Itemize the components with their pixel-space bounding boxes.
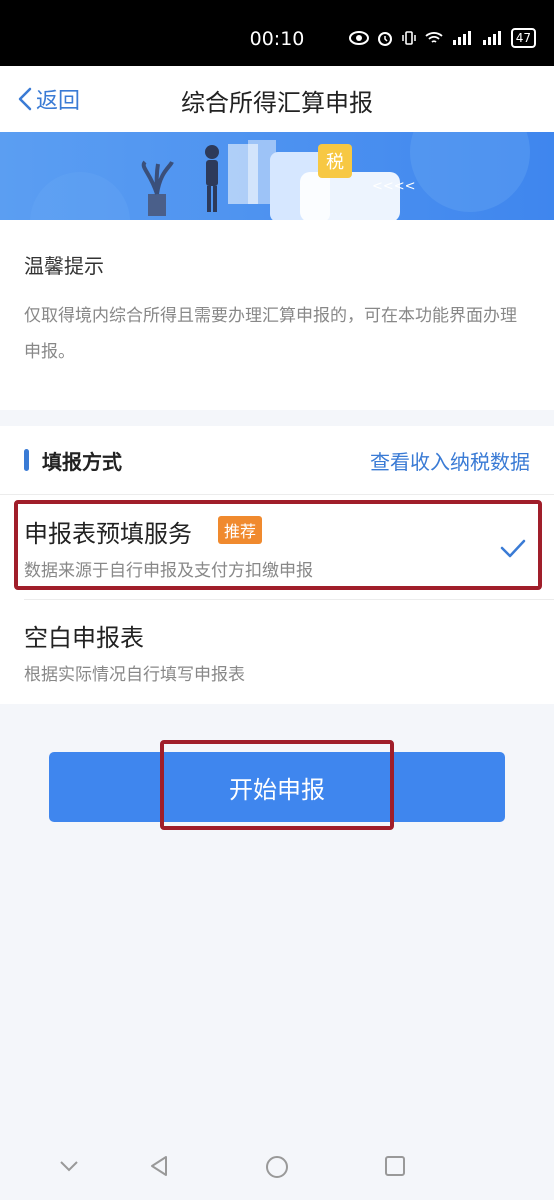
nav-back-icon[interactable] bbox=[148, 1155, 170, 1177]
tips-title: 温馨提示 bbox=[24, 254, 104, 278]
back-label: 返回 bbox=[36, 89, 81, 114]
method-title: 填报方式 bbox=[42, 450, 122, 474]
nav-recent-icon[interactable] bbox=[384, 1155, 406, 1177]
back-button[interactable]: 返回 bbox=[18, 84, 80, 114]
alarm-icon bbox=[377, 32, 392, 46]
back-chevron-icon bbox=[18, 87, 32, 111]
status-bar: 00:10 47 bbox=[0, 0, 554, 66]
eye-icon bbox=[348, 31, 369, 45]
battery-indicator: 47 bbox=[510, 28, 536, 48]
signal-icon bbox=[482, 31, 501, 45]
tips-section: 温馨提示 仅取得境内综合所得且需要办理汇算申报的，可在本功能界面办理申报。 bbox=[0, 220, 554, 410]
method-section: 填报方式 查看收入纳税数据 申报表预填服务 推荐 数据来源于自行申报及支付方扣缴… bbox=[0, 426, 554, 704]
banner-arrows: <<<< bbox=[372, 179, 416, 194]
banner-graphic: 税 <<<< bbox=[30, 132, 530, 220]
start-button-label: 开始申报 bbox=[229, 775, 325, 804]
option-subtitle: 数据来源于自行申报及支付方扣缴申报 bbox=[24, 561, 313, 581]
view-tax-data-link[interactable]: 查看收入纳税数据 bbox=[370, 446, 530, 475]
nav-bar: 返回 综合所得汇算申报 bbox=[0, 66, 554, 132]
option-title: 空白申报表 bbox=[24, 624, 144, 652]
banner-illustration: 税 <<<< bbox=[0, 132, 554, 220]
section-marker bbox=[24, 449, 29, 471]
system-nav-bar bbox=[0, 1134, 554, 1200]
divider bbox=[0, 494, 554, 495]
wifi-icon bbox=[425, 32, 443, 43]
option-title: 申报表预填服务 bbox=[24, 520, 192, 548]
tips-body: 仅取得境内综合所得且需要办理汇算申报的，可在本功能界面办理申报。 bbox=[24, 306, 517, 362]
page-title: 综合所得汇算申报 bbox=[181, 89, 373, 117]
signal-icon bbox=[452, 31, 471, 45]
option-blank[interactable]: 空白申报表 根据实际情况自行填写申报表 bbox=[0, 600, 554, 704]
start-declaration-button[interactable]: 开始申报 bbox=[49, 752, 505, 822]
nav-down-icon[interactable] bbox=[58, 1155, 80, 1177]
vibrate-icon bbox=[401, 31, 416, 45]
nav-home-icon[interactable] bbox=[265, 1155, 289, 1179]
status-icons: 47 bbox=[348, 28, 536, 48]
check-icon bbox=[500, 539, 526, 558]
recommend-badge: 推荐 bbox=[218, 516, 263, 544]
option-prefill[interactable]: 申报表预填服务 推荐 数据来源于自行申报及支付方扣缴申报 bbox=[0, 496, 554, 600]
option-subtitle: 根据实际情况自行填写申报表 bbox=[24, 665, 245, 685]
method-header: 填报方式 查看收入纳税数据 bbox=[0, 426, 554, 492]
tax-label: 税 bbox=[326, 152, 344, 173]
